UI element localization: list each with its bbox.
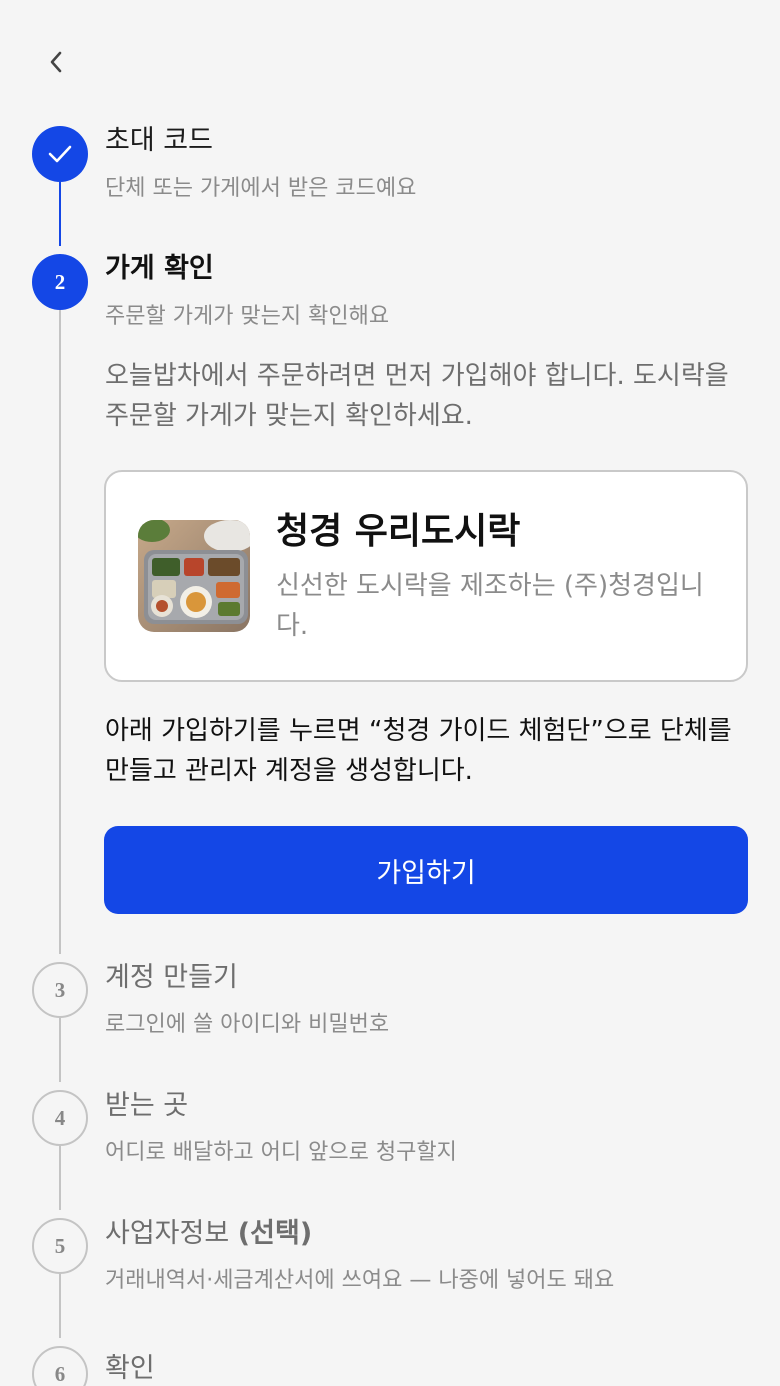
step-6-title: 확인 — [105, 1353, 155, 1384]
step-4-subtitle: 어디로 배달하고 어디 앞으로 청구할지 — [105, 1140, 457, 1165]
step-connector — [59, 310, 61, 954]
intro-text: 오늘밥차에서 주문하려면 먼저 가입해야 합니다. 도시락을 주문할 가게가 맞… — [105, 361, 729, 431]
step-5-indicator: 5 — [32, 1218, 88, 1274]
step-connector — [59, 182, 61, 246]
step-3-title: 계정 만들기 — [105, 962, 238, 993]
step-1-subtitle: 단체 또는 가게에서 받은 코드예요 — [105, 176, 417, 201]
step-2-title: 가게 확인 — [105, 253, 214, 284]
optional-label: (선택) — [237, 1218, 313, 1249]
check-icon — [48, 145, 72, 163]
store-photo — [138, 520, 250, 632]
step-5-title: 사업자정보 (선택) — [105, 1217, 312, 1251]
signup-button[interactable]: 가입하기 — [104, 826, 748, 914]
step-2-subtitle: 주문할 가게가 맞는지 확인해요 — [105, 304, 390, 329]
step-connector — [59, 1274, 61, 1338]
signup-page: 초대 코드 단체 또는 가게에서 받은 코드예요 2 가게 확인 주문할 가게가… — [0, 0, 780, 1386]
chevron-left-icon — [50, 51, 62, 73]
step-5-title-text: 사업자정보 — [105, 1218, 230, 1249]
step-connector — [59, 1146, 61, 1210]
step-3-indicator: 3 — [32, 962, 88, 1018]
store-description: 신선한 도시락을 제조하는 (주)청경입니다. — [276, 571, 704, 641]
back-button[interactable] — [38, 44, 74, 80]
step-5-subtitle: 거래내역서·세금계산서에 쓰여요 — 나중에 넣어도 돼요 — [105, 1268, 615, 1293]
step-2-indicator: 2 — [32, 254, 88, 310]
step-4-indicator: 4 — [32, 1090, 88, 1146]
step-1-title: 초대 코드 — [105, 125, 213, 156]
step-4-title: 받는 곳 — [105, 1090, 189, 1121]
store-name: 청경 우리도시락 — [276, 511, 521, 552]
step-3-subtitle: 로그인에 쓸 아이디와 비밀번호 — [105, 1012, 390, 1037]
step-connector — [59, 1018, 61, 1082]
store-card: 청경 우리도시락 신선한 도시락을 제조하는 (주)청경입니다. — [104, 470, 748, 682]
signup-notice: 아래 가입하기를 누르면 “청경 가이드 체험단”으로 단체를 만들고 관리자 … — [105, 716, 732, 786]
step-1-indicator — [32, 126, 88, 182]
step-6-indicator: 6 — [32, 1346, 88, 1386]
